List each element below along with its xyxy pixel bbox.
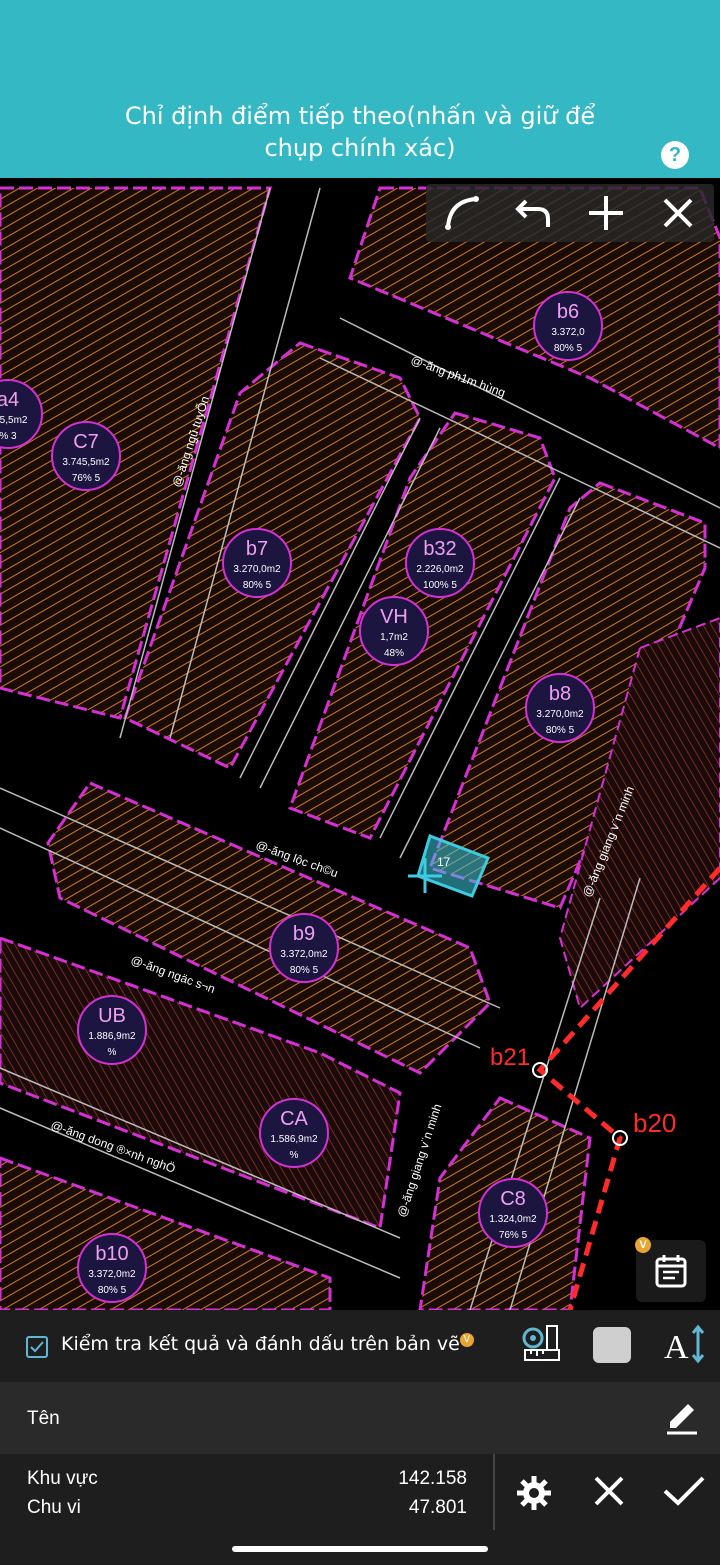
block-label-vh: VH 1,7m2 48%: [359, 596, 429, 666]
svg-text:b10: b10: [95, 1243, 128, 1265]
measurement-panel: Kiểm tra kết quả và đánh dấu trên bản vẽ…: [0, 1310, 720, 1565]
svg-text:76% 5: 76% 5: [499, 1230, 528, 1241]
confirm-button[interactable]: [662, 1474, 706, 1513]
close-icon: [594, 1476, 624, 1506]
svg-text:3.372,0: 3.372,0: [551, 327, 585, 338]
text-size-icon[interactable]: A: [662, 1324, 706, 1369]
block-label-b9: b9 3.372,0m2 80% 5: [269, 913, 339, 983]
instruction-header: Chỉ định điểm tiếp theo(nhấn và giữ để c…: [0, 0, 720, 178]
block-label-b10: b10 3.372,0m2 80% 5: [77, 1233, 147, 1303]
check-result-label[interactable]: Kiểm tra kết quả và đánh dấu trên bản vẽ…: [61, 1333, 474, 1355]
svg-text:80% 5: 80% 5: [554, 343, 583, 354]
name-label: Tên: [27, 1408, 60, 1429]
block-label-b7: b7 3.270,0m2 80% 5: [222, 528, 292, 598]
name-row[interactable]: Tên: [0, 1382, 720, 1454]
svg-text:a4: a4: [0, 389, 19, 411]
close-icon[interactable]: [650, 185, 706, 241]
svg-text:b9: b9: [293, 923, 315, 945]
svg-text:48%: 48%: [384, 648, 404, 659]
home-indicator: [232, 1546, 488, 1552]
svg-text:80% 5: 80% 5: [98, 1285, 127, 1296]
map-canvas[interactable]: b21 b20 17 b6 3.372,0 80% 5 C7 3.745,5m2 76% …: [0, 178, 720, 1310]
svg-text:3.270,0m2: 3.270,0m2: [233, 564, 281, 575]
svg-text:745,5m2: 745,5m2: [0, 415, 28, 426]
calendar-icon: [655, 1255, 687, 1288]
svg-text:A: A: [664, 1329, 689, 1364]
pencil-icon[interactable]: [664, 1400, 700, 1441]
area-label: Khu vực: [27, 1468, 98, 1489]
svg-text:1.324,0m2: 1.324,0m2: [489, 1214, 537, 1225]
svg-text:% 3: % 3: [0, 431, 17, 442]
perimeter-value: 47.801: [408, 1497, 467, 1518]
svg-text:b8: b8: [549, 683, 571, 705]
area-value: 142.158: [398, 1468, 467, 1489]
divider: [493, 1454, 495, 1530]
svg-text:CA: CA: [280, 1108, 308, 1130]
gear-icon: [517, 1476, 551, 1510]
svg-text:UB: UB: [98, 1005, 126, 1027]
arc-icon[interactable]: [434, 185, 490, 241]
svg-text:3.372,0m2: 3.372,0m2: [280, 949, 328, 960]
measure-settings-icon[interactable]: [519, 1324, 561, 1369]
svg-text:b7: b7: [246, 538, 268, 560]
svg-text:%: %: [108, 1047, 117, 1058]
premium-badge: V: [635, 1237, 651, 1253]
help-button[interactable]: ?: [661, 141, 689, 169]
svg-text:1.586,9m2: 1.586,9m2: [270, 1134, 318, 1145]
svg-text:80% 5: 80% 5: [546, 725, 575, 736]
svg-text:VH: VH: [380, 606, 408, 628]
block-label-c8: C8 1.324,0m2 76% 5: [478, 1178, 548, 1248]
marker-b21: b21: [490, 1044, 530, 1071]
block-label-b8: b8 3.270,0m2 80% 5: [525, 673, 595, 743]
block-label-ub: UB 1.886,9m2%: [77, 995, 147, 1065]
cad-drawing: b21 b20 17 b6 3.372,0 80% 5 C7 3.745,5m2 76% …: [0, 186, 720, 1310]
svg-text:C7: C7: [73, 431, 99, 453]
svg-text:1.886,9m2: 1.886,9m2: [88, 1031, 136, 1042]
svg-text:2.226,0m2: 2.226,0m2: [416, 564, 464, 575]
svg-text:3.372,0m2: 3.372,0m2: [88, 1269, 136, 1280]
cancel-button[interactable]: [592, 1474, 626, 1513]
svg-text:b32: b32: [423, 538, 456, 560]
svg-text:100% 5: 100% 5: [423, 580, 457, 591]
svg-text:80% 5: 80% 5: [243, 580, 272, 591]
settings-button[interactable]: [515, 1474, 553, 1517]
svg-text:%: %: [290, 1150, 299, 1161]
drawing-toolbar: [426, 184, 714, 242]
check-result-checkbox[interactable]: [26, 1336, 48, 1358]
undo-icon[interactable]: [506, 185, 562, 241]
svg-text:1,7m2: 1,7m2: [380, 632, 408, 643]
block-label-ca: CA 1.586,9m2%: [259, 1098, 329, 1168]
svg-text:80% 5: 80% 5: [290, 965, 319, 976]
check-icon: [663, 1476, 705, 1506]
svg-text:b6: b6: [557, 301, 579, 323]
svg-text:17: 17: [437, 855, 451, 869]
check-row: Kiểm tra kết quả và đánh dấu trên bản vẽ…: [0, 1310, 720, 1382]
premium-badge: V: [459, 1333, 474, 1347]
svg-text:C8: C8: [500, 1188, 526, 1210]
color-swatch[interactable]: [593, 1327, 631, 1363]
svg-text:3.745,5m2: 3.745,5m2: [62, 457, 110, 468]
block-label-c7: C7 3.745,5m2 76% 5: [51, 421, 121, 491]
instruction-text: Chỉ định điểm tiếp theo(nhấn và giữ để c…: [124, 102, 596, 162]
perimeter-label: Chu vi: [27, 1497, 81, 1518]
add-icon[interactable]: [578, 185, 634, 241]
svg-text:76% 5: 76% 5: [72, 473, 101, 484]
marker-b20: b20: [633, 1108, 676, 1138]
street-name: @-ăng ph1m hùng: [409, 353, 507, 400]
svg-text:3.270,0m2: 3.270,0m2: [536, 709, 584, 720]
block-label-b32: b32 2.226,0m2 100% 5: [405, 528, 475, 598]
block-label-b6: b6 3.372,0 80% 5: [533, 291, 603, 361]
